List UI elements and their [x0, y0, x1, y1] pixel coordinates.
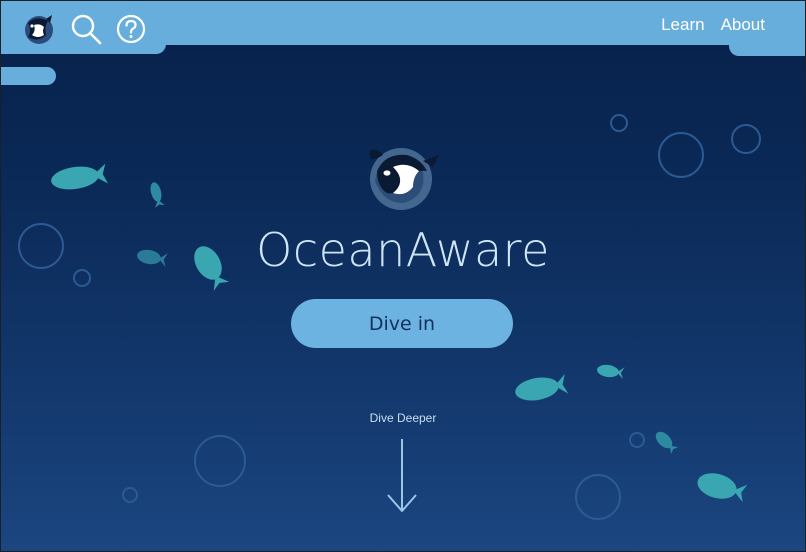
bubble: [575, 474, 621, 520]
side-pill-decoration: [1, 67, 56, 85]
bubble: [122, 487, 138, 503]
page-viewport: Learn About OceanAware Dive in Dive Deep…: [1, 1, 805, 551]
search-icon[interactable]: [69, 12, 105, 48]
bubble: [629, 432, 645, 448]
fish: [697, 473, 748, 503]
nav-link-learn[interactable]: Learn: [661, 15, 704, 35]
dive-in-button[interactable]: Dive in: [291, 299, 513, 348]
bubble: [731, 124, 761, 154]
orca-logo-icon[interactable]: [22, 13, 56, 47]
bubble: [194, 435, 246, 487]
help-icon[interactable]: [115, 13, 147, 45]
arrow-down-icon[interactable]: [386, 437, 418, 515]
fish: [597, 364, 625, 380]
bubble: [610, 114, 628, 132]
bubble: [658, 132, 704, 178]
fish: [515, 373, 569, 401]
fish: [150, 182, 165, 208]
fish: [51, 163, 109, 190]
nav-links: Learn About: [661, 15, 765, 35]
nav-link-about[interactable]: About: [721, 15, 765, 35]
dive-deeper-label[interactable]: Dive Deeper: [1, 411, 805, 425]
orca-hero-logo-icon: [369, 148, 439, 210]
brand-title: OceanAware: [256, 223, 550, 277]
fish: [655, 431, 679, 455]
